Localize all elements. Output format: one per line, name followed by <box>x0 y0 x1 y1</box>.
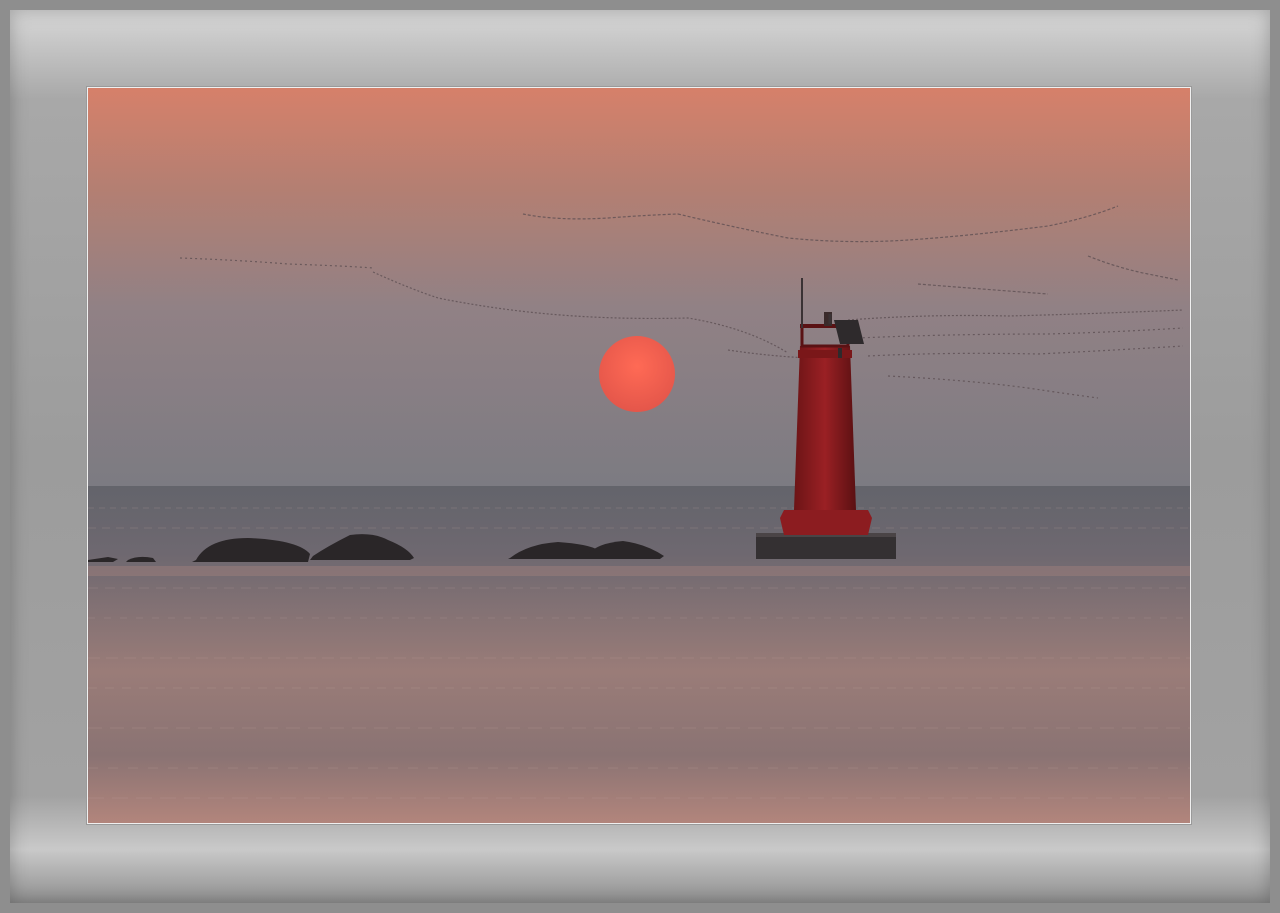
photo <box>87 87 1191 824</box>
outer-frame <box>0 0 1280 913</box>
sea <box>88 486 1190 823</box>
sun <box>599 336 675 412</box>
photo-canvas <box>88 88 1190 823</box>
sky <box>88 88 1190 486</box>
